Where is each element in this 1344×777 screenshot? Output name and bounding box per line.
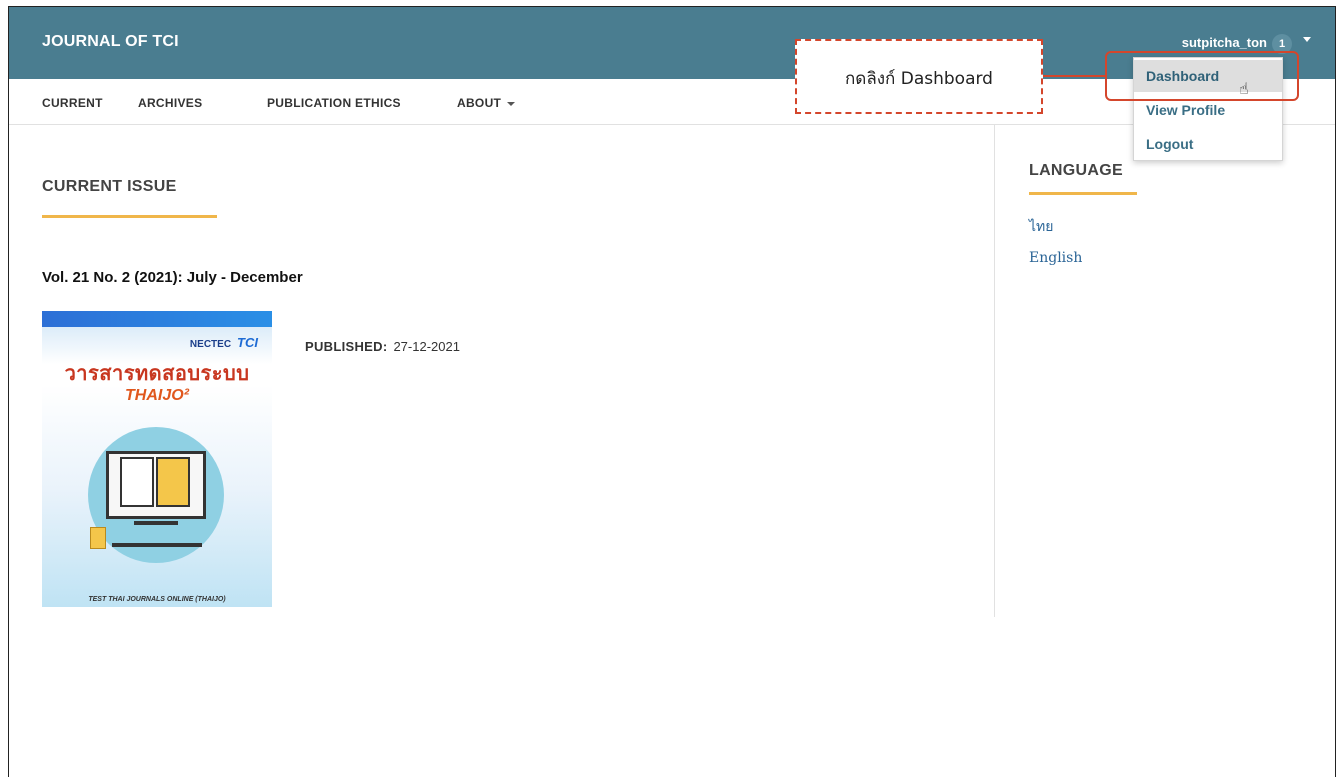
chevron-down-icon[interactable] [1303,37,1311,42]
cover-top-band [42,311,272,327]
issue-cover-image[interactable]: NECTEC TCI วารสารทดสอบระบบ THAIJO² TEST T… [42,311,272,607]
published-info: PUBLISHED: 27-12-2021 [305,339,460,354]
annotation-connector [1043,75,1107,77]
nav-about-label: ABOUT [457,96,502,110]
language-link-thai[interactable]: ไทย [1029,216,1053,238]
published-label: PUBLISHED: [305,339,388,354]
menu-item-logout[interactable]: Logout [1134,128,1282,160]
main-content: CURRENT ISSUE Vol. 21 No. 2 (2021): July… [9,125,995,617]
cover-brand: THAIJO² [125,387,189,404]
cover-footer-text: TEST THAI JOURNALS ONLINE (THAIJO) [88,596,226,603]
site-title-link[interactable]: JOURNAL OF TCI [42,33,179,51]
monitor-base [112,543,202,547]
annotation-callout: กดลิงก์ Dashboard [795,39,1043,114]
nav-archives[interactable]: ARCHIVES [138,96,202,110]
monitor-stand [134,521,178,525]
annotation-text: กดลิงก์ Dashboard [845,69,993,89]
user-menu-toggle[interactable]: sutpitcha_ton [1182,35,1267,50]
language-title: LANGUAGE [1029,162,1123,179]
chevron-down-icon [507,101,516,106]
language-underline [1029,192,1137,195]
issue-title-link[interactable]: Vol. 21 No. 2 (2021): July - December [42,269,303,286]
page-title: CURRENT ISSUE [42,178,177,195]
book-page-left [120,457,154,507]
title-underline [42,215,217,218]
nectec-logo: NECTEC [189,339,232,350]
nav-about[interactable]: ABOUT [457,96,516,110]
annotation-highlight-box [1105,51,1299,101]
tci-logo: TCI [237,335,258,350]
published-date: 27-12-2021 [393,339,460,354]
browser-page: JOURNAL OF TCI sutpitcha_ton 1 CURRENT A… [8,6,1336,777]
nav-current[interactable]: CURRENT [42,96,103,110]
cover-logos: NECTEC TCI [190,335,258,350]
language-link-english[interactable]: English [1029,250,1082,266]
nav-publication-ethics[interactable]: PUBLICATION ETHICS [267,96,401,110]
book-page-right [156,457,190,507]
document-icon [90,527,106,549]
cover-thai-title: วารสารทดสอบระบบ [64,363,250,385]
